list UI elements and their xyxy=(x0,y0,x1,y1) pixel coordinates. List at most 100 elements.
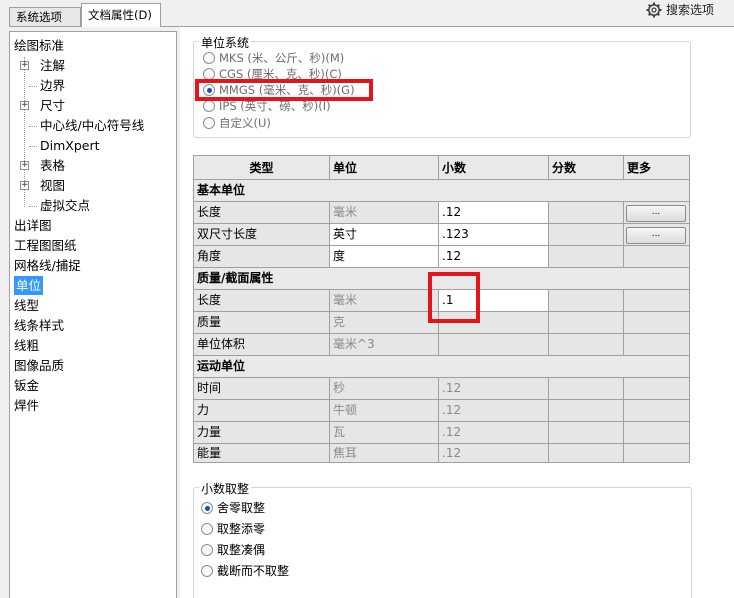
fractions-cell-mass xyxy=(549,312,624,334)
row-type-length: 长度 xyxy=(194,202,330,224)
fractions-cell-energy xyxy=(549,444,624,463)
tree-item-units[interactable]: 单位 xyxy=(14,276,44,295)
expand-icon[interactable]: + xyxy=(20,61,29,70)
more-cell-volume xyxy=(624,334,690,356)
tree-item-line-style[interactable]: 线条样式 xyxy=(14,316,64,335)
expand-icon[interactable]: + xyxy=(20,181,29,190)
more-cell-mass xyxy=(624,312,690,334)
fractions-cell-force xyxy=(549,400,624,422)
radio-circle xyxy=(201,502,213,514)
tree-item-borders[interactable]: 边界 xyxy=(40,76,65,95)
column-header-fractions[interactable]: 分数 xyxy=(549,156,624,180)
row-type-power: 力量 xyxy=(194,422,330,444)
decimals-select-angle[interactable]: .12 xyxy=(439,246,549,268)
column-header-more[interactable]: 更多 xyxy=(624,156,690,180)
tree-connector xyxy=(29,206,37,207)
tree-item-dimensions[interactable]: 尺寸 xyxy=(40,96,65,115)
row-type-force: 力 xyxy=(194,400,330,422)
tree-item-detailing[interactable]: 出详图 xyxy=(14,216,52,235)
unit-cell-force: 牛顿 xyxy=(330,400,439,422)
decimals-select-dual-length[interactable]: .123 xyxy=(439,224,549,246)
tree-item-views[interactable]: 视图 xyxy=(40,176,65,195)
decimals-cell-volume xyxy=(439,334,549,356)
gear-icon xyxy=(646,2,662,18)
radio-circle xyxy=(201,523,213,535)
unit-cell-energy: 焦耳 xyxy=(330,444,439,463)
tree-item-image-quality[interactable]: 图像品质 xyxy=(14,356,64,375)
decimals-cell-time: .12 xyxy=(439,378,549,400)
tree-item-centerlines[interactable]: 中心线/中心符号线 xyxy=(40,116,144,135)
more-cell-mass-length xyxy=(624,290,690,312)
column-header-unit[interactable]: 单位 xyxy=(330,156,439,180)
rounding-group xyxy=(193,487,692,598)
more-cell-energy xyxy=(624,444,690,463)
tree-connector xyxy=(29,146,37,147)
tree-connector xyxy=(29,126,37,127)
unit-select-length[interactable]: 毫米 xyxy=(330,202,439,224)
row-type-energy: 能量 xyxy=(194,444,330,463)
decimals-select-mass-length[interactable]: .1 xyxy=(439,290,549,312)
decimals-cell-mass xyxy=(439,312,549,334)
decimals-cell-power: .12 xyxy=(439,422,549,444)
column-header-decimals[interactable]: 小数 xyxy=(439,156,549,180)
property-tree: 绘图标准 + 注解 边界 + 尺寸 中心线/中心符号线 DimXpert + 表… xyxy=(9,31,177,598)
units-table: 类型 单位 小数 分数 更多 基本单位 长度 毫米 .12 ... 双尺寸长度 … xyxy=(193,155,690,463)
row-type-dual-length: 双尺寸长度 xyxy=(194,224,330,246)
more-cell-force xyxy=(624,400,690,422)
search-options-label: 搜索选项 xyxy=(666,3,715,17)
decimals-cell-force: .12 xyxy=(439,400,549,422)
section-motion-units: 运动单位 xyxy=(194,356,690,378)
tree-item-line-thickness[interactable]: 线粗 xyxy=(14,336,39,355)
more-cell-time xyxy=(624,378,690,400)
tree-item-drafting-standard[interactable]: 绘图标准 xyxy=(14,36,64,55)
row-type-time: 时间 xyxy=(194,378,330,400)
unit-select-angle[interactable]: 度 xyxy=(330,246,439,268)
decimals-select-length[interactable]: .12 xyxy=(439,202,549,224)
unit-cell-mass: 克 xyxy=(330,312,439,334)
tree-item-sheet-metal[interactable]: 钣金 xyxy=(14,376,39,395)
expand-icon[interactable]: + xyxy=(20,101,29,110)
decimals-cell-energy: .12 xyxy=(439,444,549,463)
tree-item-virtual-sharps[interactable]: 虚拟交点 xyxy=(40,196,90,215)
tree-item-annotations[interactable]: 注解 xyxy=(40,56,65,75)
tab-system-options[interactable]: 系统选项(S) xyxy=(9,7,81,43)
more-button-dual-length[interactable]: ... xyxy=(626,227,686,244)
unit-cell-power: 瓦 xyxy=(330,422,439,444)
more-cell-angle xyxy=(624,246,690,268)
unit-cell-mass-length: 毫米 xyxy=(330,290,439,312)
expand-icon[interactable]: + xyxy=(20,161,29,170)
search-options[interactable]: 搜索选项 xyxy=(644,1,732,19)
tree-item-dimxpert[interactable]: DimXpert xyxy=(40,136,100,155)
row-type-angle: 角度 xyxy=(194,246,330,268)
unit-cell-time: 秒 xyxy=(330,378,439,400)
fractions-cell-mass-length xyxy=(549,290,624,312)
fractions-cell-time xyxy=(549,378,624,400)
tree-item-drawing-sheets[interactable]: 工程图图纸 xyxy=(14,236,77,255)
radio-circle xyxy=(203,100,215,112)
radio-circle xyxy=(203,117,215,129)
unit-cell-volume: 毫米^3 xyxy=(330,334,439,356)
fractions-cell-angle[interactable] xyxy=(549,246,624,268)
fractions-cell-length[interactable] xyxy=(549,202,624,224)
column-header-type[interactable]: 类型 xyxy=(194,156,330,180)
tree-item-grid-snap[interactable]: 网格线/捕捉 xyxy=(14,256,81,275)
tree-connector xyxy=(29,86,37,87)
radio-circle xyxy=(203,68,215,80)
tab-document-properties[interactable]: 文档属性(D) xyxy=(81,3,161,27)
radio-circle xyxy=(201,544,213,556)
more-button-length[interactable]: ... xyxy=(626,205,686,222)
fractions-cell-power xyxy=(549,422,624,444)
tree-item-tables[interactable]: 表格 xyxy=(40,156,65,175)
fractions-cell-dual-length[interactable] xyxy=(549,224,624,246)
tree-item-line-font[interactable]: 线型 xyxy=(14,296,39,315)
row-type-mass: 质量 xyxy=(194,312,330,334)
section-mass-properties: 质量/截面属性 xyxy=(194,268,690,290)
section-basic-units: 基本单位 xyxy=(194,180,690,202)
tree-item-weldments[interactable]: 焊件 xyxy=(14,396,39,415)
radio-circle xyxy=(201,565,213,577)
rounding-title: 小数取整 xyxy=(199,480,252,497)
unit-select-dual-length[interactable]: 英寸 xyxy=(330,224,439,246)
radio-circle xyxy=(203,84,215,96)
radio-circle xyxy=(203,52,215,64)
more-cell-power xyxy=(624,422,690,444)
